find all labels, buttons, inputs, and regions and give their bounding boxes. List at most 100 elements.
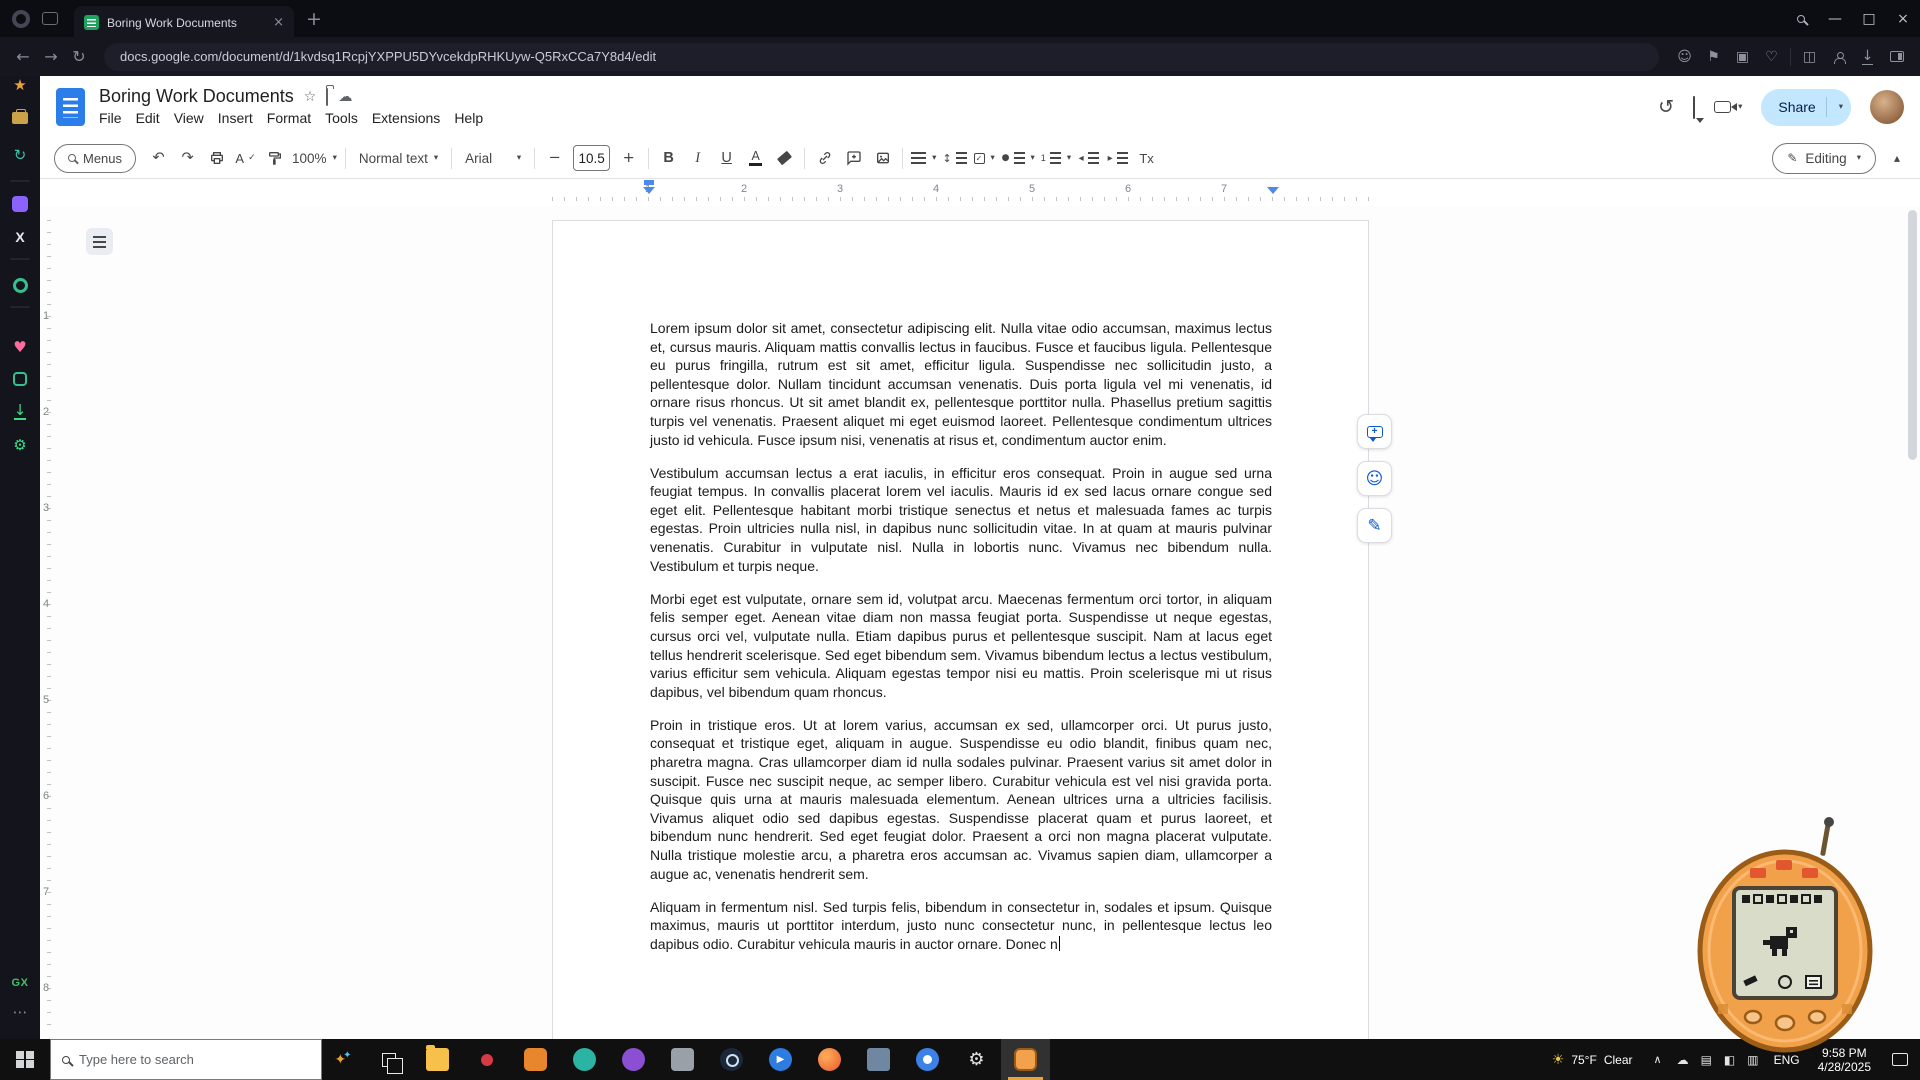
tray-icon-volume[interactable]: ▥ bbox=[1741, 1053, 1764, 1067]
gx-corner-icon[interactable] bbox=[7, 366, 33, 392]
downloads-icon[interactable]: ↓ bbox=[1854, 44, 1881, 70]
back-button[interactable]: ← bbox=[10, 44, 36, 70]
highlight-color-button[interactable] bbox=[770, 144, 799, 173]
new-tab-button[interactable]: + bbox=[306, 8, 322, 30]
whatsapp-app-icon[interactable] bbox=[7, 272, 33, 298]
gx-logo-label[interactable]: GX bbox=[0, 977, 40, 989]
doc-paragraph[interactable]: Lorem ipsum dolor sit amet, consectetur … bbox=[650, 319, 1272, 449]
virtual-pet-widget[interactable] bbox=[1696, 814, 1874, 1054]
bulleted-list-button[interactable]: ●▾ bbox=[999, 144, 1038, 173]
print-button[interactable] bbox=[202, 144, 231, 173]
menu-help[interactable]: Help bbox=[447, 108, 490, 128]
tab-close-icon[interactable]: × bbox=[273, 15, 284, 30]
taskbar-app-pet-active[interactable] bbox=[1001, 1039, 1050, 1080]
text-color-button[interactable]: A bbox=[741, 144, 770, 173]
document-title[interactable]: Boring Work Documents bbox=[99, 86, 294, 107]
insert-link-button[interactable] bbox=[810, 144, 839, 173]
menu-tools[interactable]: Tools bbox=[318, 108, 365, 128]
taskbar-app-media[interactable]: ▶ bbox=[756, 1039, 805, 1080]
snapshot-icon[interactable]: ▣ bbox=[1729, 44, 1756, 70]
add-comment-button[interactable] bbox=[839, 144, 868, 173]
meet-icon[interactable]: ▾ bbox=[1714, 101, 1742, 113]
pin-icon[interactable]: ⚑ bbox=[1700, 44, 1727, 70]
doc-paragraph[interactable]: Aliquam in fermentum nisl. Sed turpis fe… bbox=[650, 898, 1272, 954]
emoji-panel-icon[interactable]: ☺ bbox=[1671, 44, 1698, 70]
italic-button[interactable]: I bbox=[683, 144, 712, 173]
bookmark-heart-icon[interactable]: ♡ bbox=[1758, 44, 1785, 70]
editing-mode-select[interactable]: ✎ Editing ▾ bbox=[1772, 143, 1876, 174]
left-indent-marker[interactable] bbox=[643, 187, 655, 194]
document-page[interactable]: Lorem ipsum dolor sit amet, consectetur … bbox=[552, 220, 1369, 1039]
suggest-edits-button[interactable]: ✎ bbox=[1357, 508, 1392, 543]
emoji-reaction-button[interactable]: ☺ bbox=[1357, 461, 1392, 496]
reload-button[interactable]: ↻ bbox=[66, 44, 92, 70]
increase-indent-button[interactable]: ▸ bbox=[1103, 144, 1132, 173]
sidebar-overflow-icon[interactable]: ⋯ bbox=[7, 999, 33, 1025]
close-button[interactable]: × bbox=[1886, 0, 1920, 37]
underline-button[interactable]: U bbox=[712, 144, 741, 173]
messenger-app-icon[interactable] bbox=[7, 191, 33, 217]
star-icon[interactable]: ☆ bbox=[304, 90, 317, 104]
menu-view[interactable]: View bbox=[167, 108, 211, 128]
share-button[interactable]: Share ▾ bbox=[1761, 89, 1851, 126]
doc-paragraph[interactable]: Vestibulum accumsan lectus a erat iaculi… bbox=[650, 464, 1272, 576]
search-highlights-icon[interactable]: ✦✦ bbox=[322, 1039, 364, 1080]
start-button[interactable] bbox=[0, 1039, 50, 1080]
menu-extensions[interactable]: Extensions bbox=[365, 108, 447, 128]
browser-logo-icon[interactable] bbox=[12, 10, 30, 28]
insert-image-button[interactable] bbox=[868, 144, 897, 173]
redo-button[interactable]: ↷ bbox=[173, 144, 202, 173]
tray-icon-network[interactable]: ◧ bbox=[1718, 1053, 1741, 1067]
share-caret-icon[interactable]: ▾ bbox=[1839, 102, 1843, 112]
horizontal-ruler[interactable]: 1 2 3 4 5 6 7 bbox=[40, 179, 1920, 206]
taskbar-app-gray[interactable] bbox=[658, 1039, 707, 1080]
favorites-heart-icon[interactable]: ♥ bbox=[7, 334, 33, 360]
add-comment-margin-button[interactable]: + bbox=[1357, 414, 1392, 449]
minimize-button[interactable]: — bbox=[1818, 0, 1852, 37]
move-folder-icon[interactable] bbox=[326, 90, 328, 104]
taskbar-app-opera-gx[interactable] bbox=[462, 1039, 511, 1080]
profile-icon[interactable] bbox=[1825, 44, 1852, 70]
tray-icon-cloud[interactable]: ☁ bbox=[1671, 1053, 1695, 1067]
taskbar-app-settings[interactable]: ⚙ bbox=[952, 1039, 1001, 1080]
extensions-icon[interactable]: ◫ bbox=[1796, 44, 1823, 70]
forward-button[interactable]: → bbox=[38, 44, 64, 70]
taskbar-app-firefox[interactable] bbox=[805, 1039, 854, 1080]
bold-button[interactable]: B bbox=[654, 144, 683, 173]
cloud-status-icon[interactable]: ☁ bbox=[338, 90, 352, 104]
taskbar-search-box[interactable]: Type here to search bbox=[50, 1039, 322, 1080]
version-history-icon[interactable]: ↺ bbox=[1658, 98, 1674, 117]
spellcheck-button[interactable]: A✓ bbox=[231, 144, 260, 173]
menu-edit[interactable]: Edit bbox=[129, 108, 167, 128]
workspaces-icon[interactable] bbox=[7, 105, 33, 131]
menu-file[interactable]: File bbox=[92, 108, 129, 128]
taskbar-app-folder[interactable] bbox=[854, 1039, 903, 1080]
account-avatar[interactable] bbox=[1870, 90, 1904, 124]
sidebar-downloads-icon[interactable]: ↓ bbox=[7, 398, 33, 424]
taskbar-app-file-explorer[interactable] bbox=[413, 1039, 462, 1080]
line-spacing-button[interactable]: ↕ bbox=[939, 144, 969, 173]
numbered-list-button[interactable]: 1▾ bbox=[1038, 144, 1074, 173]
taskbar-app-browser[interactable] bbox=[903, 1039, 952, 1080]
clear-formatting-button[interactable]: Tx bbox=[1132, 144, 1161, 173]
font-select[interactable]: Arial▾ bbox=[457, 144, 529, 173]
font-size-input[interactable]: 10.5 bbox=[573, 145, 610, 171]
align-button[interactable]: ▾ bbox=[908, 144, 939, 173]
menu-insert[interactable]: Insert bbox=[211, 108, 260, 128]
docs-logo-icon[interactable] bbox=[56, 88, 85, 126]
tray-expand-chevron[interactable]: ∧ bbox=[1645, 1053, 1671, 1066]
font-size-increase-button[interactable]: + bbox=[614, 144, 643, 173]
browser-tab[interactable]: Boring Work Documents × bbox=[74, 6, 294, 39]
taskbar-app-orange[interactable] bbox=[511, 1039, 560, 1080]
taskbar-app-purple[interactable] bbox=[609, 1039, 658, 1080]
url-field[interactable]: docs.google.com/document/d/1kvdsq1RcpjYX… bbox=[104, 43, 1659, 71]
x-app-icon[interactable]: X bbox=[7, 224, 33, 250]
tray-icon-security[interactable]: ▤ bbox=[1695, 1053, 1718, 1067]
checklist-button[interactable]: ✓▾ bbox=[970, 144, 999, 173]
taskbar-app-steam[interactable] bbox=[707, 1039, 756, 1080]
sidebar-panel-icon[interactable] bbox=[1883, 44, 1910, 70]
sidebar-settings-icon[interactable]: ⚙ bbox=[7, 432, 33, 458]
paint-format-button[interactable] bbox=[260, 144, 289, 173]
taskbar-weather[interactable]: ☀ 75°F Clear bbox=[1540, 1052, 1645, 1068]
zoom-select[interactable]: 100%▾ bbox=[289, 144, 340, 173]
